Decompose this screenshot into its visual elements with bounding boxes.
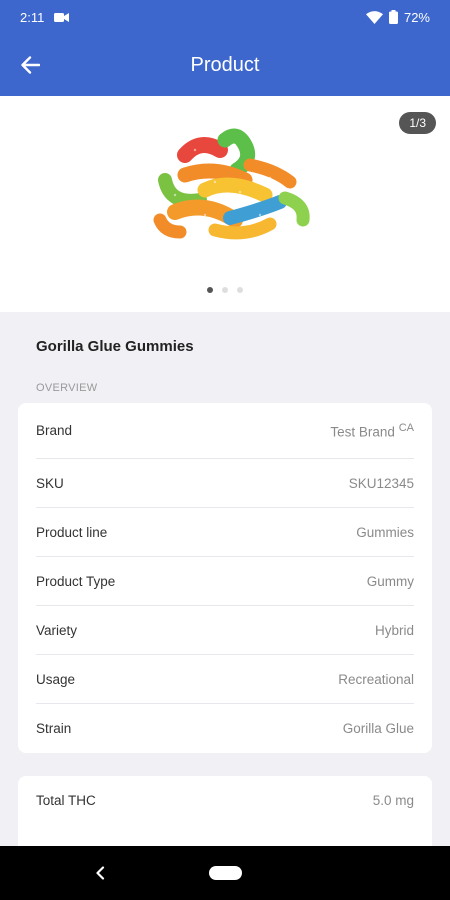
chevron-left-icon bbox=[96, 866, 105, 880]
row-value: Test Brand CA bbox=[330, 422, 414, 440]
row-label: Strain bbox=[36, 721, 72, 736]
overview-row-brand: Brand Test Brand CA bbox=[36, 403, 414, 459]
battery-percentage: 72% bbox=[403, 9, 430, 25]
overview-row-strain: Strain Gorilla Glue bbox=[36, 704, 414, 753]
system-navigation-bar bbox=[0, 846, 450, 900]
app-bar: Product bbox=[0, 34, 450, 96]
row-value: Hybrid bbox=[374, 622, 414, 638]
overview-section-label: OVERVIEW bbox=[36, 382, 98, 394]
brand-name: Test Brand bbox=[330, 424, 395, 440]
overview-row-usage: Usage Recreational bbox=[36, 655, 414, 704]
camera-icon bbox=[54, 12, 70, 22]
row-label: Product Type bbox=[36, 573, 116, 589]
potency-row-total-thc: Total THC 5.0 mg bbox=[36, 776, 414, 825]
pagination-dot[interactable] bbox=[207, 287, 213, 293]
battery-icon bbox=[388, 10, 398, 24]
wifi-icon bbox=[365, 10, 383, 24]
row-value: Gummy bbox=[366, 573, 414, 589]
row-value: Gorilla Glue bbox=[342, 721, 414, 736]
system-back-button[interactable] bbox=[90, 860, 110, 886]
row-value: SKU12345 bbox=[348, 475, 414, 491]
row-label: Variety bbox=[36, 622, 78, 638]
product-details[interactable]: Gorilla Glue Gummies OVERVIEW Brand Test… bbox=[0, 312, 450, 846]
product-name: Gorilla Glue Gummies bbox=[36, 338, 194, 355]
brand-region: CA bbox=[398, 421, 414, 434]
gummy-worms-product-image bbox=[153, 128, 310, 240]
home-pill-button[interactable] bbox=[209, 866, 242, 880]
row-value: 5.0 mg bbox=[372, 793, 414, 808]
overview-row-product-type: Product Type Gummy bbox=[36, 557, 414, 606]
row-value: Gummies bbox=[356, 524, 414, 540]
gallery-pagination-dots bbox=[0, 287, 450, 293]
potency-card: Total THC 5.0 mg bbox=[18, 776, 432, 846]
row-label: Brand bbox=[36, 423, 73, 438]
pagination-dot[interactable] bbox=[237, 287, 243, 293]
overview-card: Brand Test Brand CA SKU SKU12345 Product… bbox=[18, 403, 432, 753]
pagination-dot[interactable] bbox=[222, 287, 228, 293]
image-counter-badge: 1/3 bbox=[399, 112, 436, 134]
arrow-back-icon bbox=[21, 56, 40, 74]
row-label: Total THC bbox=[36, 793, 96, 808]
back-button[interactable] bbox=[0, 34, 60, 96]
status-bar: 2:11 72% bbox=[0, 0, 450, 34]
row-label: Usage bbox=[36, 671, 76, 687]
overview-row-variety: Variety Hybrid bbox=[36, 606, 414, 655]
row-label: Product line bbox=[36, 524, 108, 540]
row-value: Recreational bbox=[338, 671, 414, 687]
status-time: 2:11 bbox=[20, 9, 45, 25]
overview-row-sku: SKU SKU12345 bbox=[36, 459, 414, 508]
overview-row-product-line: Product line Gummies bbox=[36, 508, 414, 557]
product-image-gallery[interactable]: 1/3 bbox=[0, 96, 450, 312]
row-label: SKU bbox=[36, 475, 64, 491]
page-title: Product bbox=[190, 53, 260, 76]
